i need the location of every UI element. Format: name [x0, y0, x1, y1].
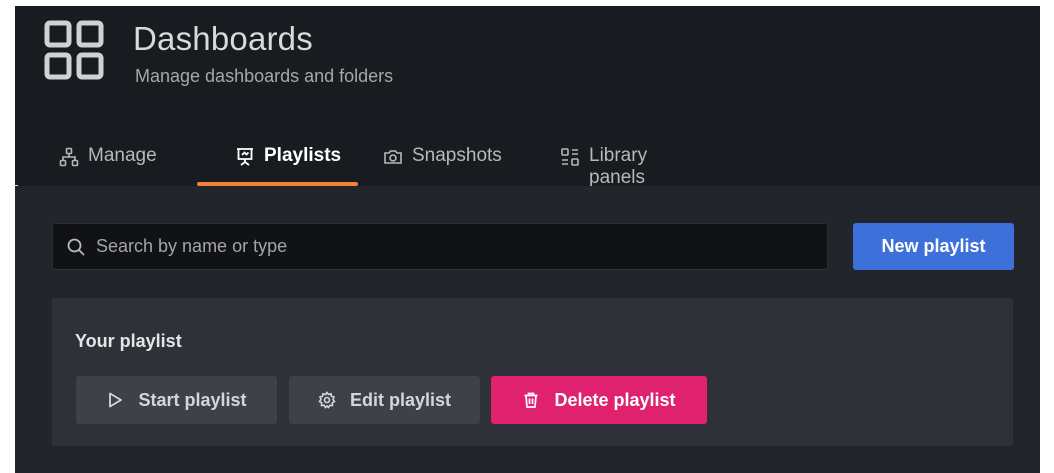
- tab-library-panels[interactable]: Library panels: [560, 145, 647, 188]
- page-subtitle: Manage dashboards and folders: [135, 66, 394, 86]
- camera-icon: [383, 147, 403, 167]
- tab-label: Snapshots: [412, 145, 502, 166]
- delete-playlist-button[interactable]: Delete playlist: [491, 376, 707, 424]
- edit-playlist-button[interactable]: Edit playlist: [289, 376, 480, 424]
- playlists-content: New playlist Your playlist Start playlis…: [15, 186, 1040, 473]
- delete-playlist-label: Delete playlist: [554, 389, 676, 410]
- tab-label: Manage: [88, 145, 157, 166]
- trash-icon: [522, 391, 540, 409]
- playlist-card: Your playlist Start playlist Edit playli…: [52, 298, 1013, 446]
- page-title: Dashboards: [133, 20, 313, 57]
- apps-grid-icon: [44, 20, 104, 80]
- edit-playlist-label: Edit playlist: [349, 389, 452, 410]
- play-icon: [106, 391, 124, 409]
- page-header: Dashboards Manage dashboards and folders…: [15, 6, 1040, 188]
- sitemap-icon: [59, 147, 79, 167]
- library-panels-icon: [560, 147, 580, 167]
- start-playlist-label: Start playlist: [138, 389, 247, 410]
- app-frame: Dashboards Manage dashboards and folders…: [15, 6, 1040, 473]
- search-input[interactable]: [94, 235, 827, 258]
- tab-label: Playlists: [264, 145, 342, 166]
- search-field[interactable]: [52, 223, 828, 270]
- tab-playlists[interactable]: Playlists: [235, 145, 341, 185]
- start-playlist-button[interactable]: Start playlist: [76, 376, 277, 424]
- presentation-icon: [235, 147, 255, 167]
- tab-snapshots[interactable]: Snapshots: [383, 145, 502, 185]
- tab-label: Library panels: [589, 145, 648, 188]
- tab-manage[interactable]: Manage: [59, 145, 157, 185]
- search-icon: [66, 237, 86, 257]
- playlist-title: Your playlist: [75, 331, 182, 351]
- gear-icon: [318, 391, 336, 409]
- new-playlist-button[interactable]: New playlist: [853, 223, 1014, 270]
